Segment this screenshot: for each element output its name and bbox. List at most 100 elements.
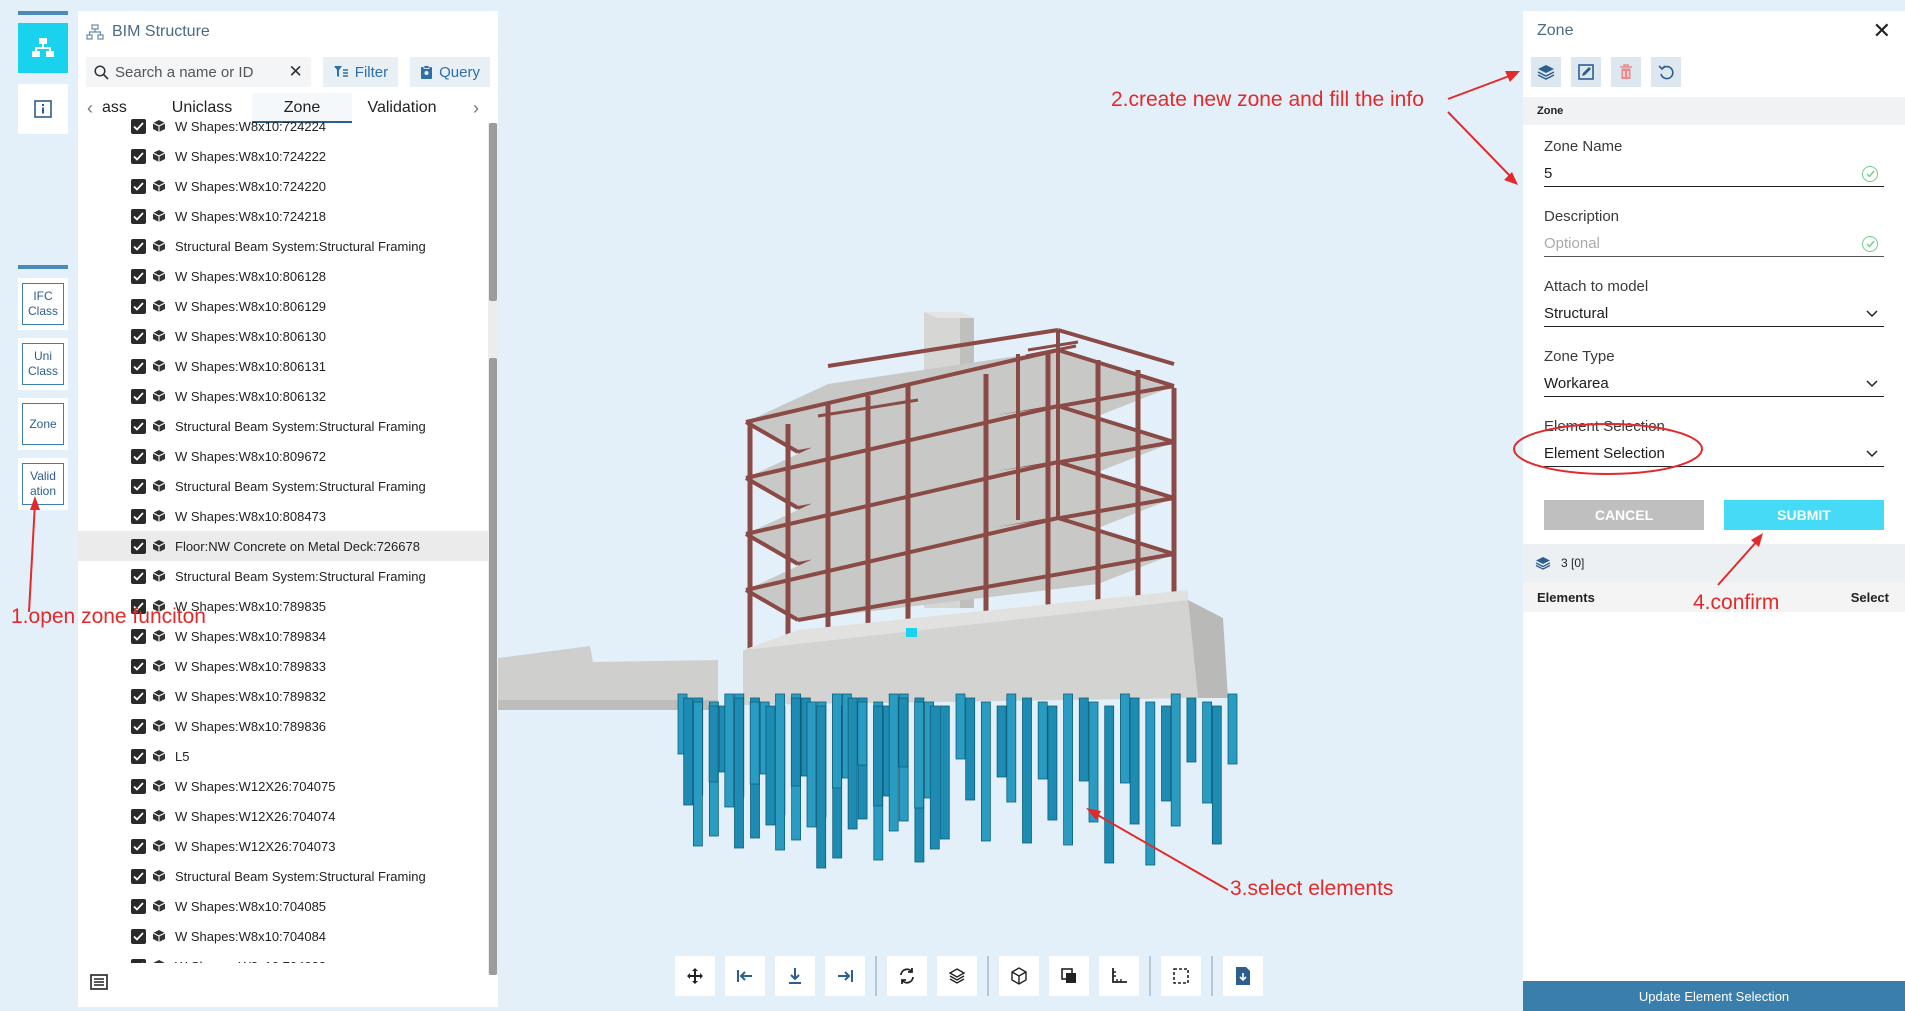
search-input[interactable]: Search a name or ID ✕	[86, 57, 311, 87]
submit-button[interactable]: SUBMIT	[1724, 500, 1884, 530]
query-button[interactable]: Query	[410, 57, 490, 87]
tree-row[interactable]: W Shapes:W8x10:704085	[78, 891, 488, 921]
tree-row[interactable]: W Shapes:W8x10:806130	[78, 321, 488, 351]
tree-scrollbar[interactable]	[488, 123, 498, 975]
scrollbar-thumb-upper[interactable]	[489, 123, 497, 301]
add-zone-button[interactable]	[1531, 57, 1561, 87]
clear-icon[interactable]: ✕	[289, 62, 303, 82]
zone-type-field[interactable]: Zone Type Workarea	[1544, 348, 1884, 397]
col-select[interactable]: Select	[1851, 590, 1889, 605]
tree-row[interactable]: W Shapes:W8x10:789833	[78, 651, 488, 681]
tree-row[interactable]: W Shapes:W8x10:806131	[78, 351, 488, 381]
zone-type-select[interactable]: Workarea	[1544, 371, 1884, 397]
tree-row[interactable]: W Shapes:W8x10:808473	[78, 501, 488, 531]
select-box-button[interactable]	[1161, 956, 1201, 996]
tree-row[interactable]: W Shapes:W8x10:724222	[78, 141, 488, 171]
update-element-selection-button[interactable]: Update Element Selection	[1523, 981, 1905, 1011]
checkbox-checked-icon[interactable]	[131, 418, 146, 434]
attach-model-select[interactable]: Structural	[1544, 301, 1884, 327]
checkbox-checked-icon[interactable]	[131, 568, 146, 584]
tree-row[interactable]: Floor:NW Concrete on Metal Deck:726678	[78, 531, 488, 561]
tree-row[interactable]: L5	[78, 741, 488, 771]
checkbox-checked-icon[interactable]	[131, 718, 146, 734]
export-button[interactable]	[1223, 956, 1263, 996]
tree-row[interactable]: W Shapes:W8x10:809672	[78, 441, 488, 471]
tree-row[interactable]: W Shapes:W12X26:704073	[78, 831, 488, 861]
checkbox-checked-icon[interactable]	[131, 148, 146, 164]
element-selection-field[interactable]: Element Selection Element Selection	[1544, 418, 1884, 467]
rail-info-button[interactable]	[18, 84, 68, 134]
attach-model-field[interactable]: Attach to model Structural	[1544, 278, 1884, 327]
checkbox-checked-icon[interactable]	[131, 958, 146, 963]
checkbox-checked-icon[interactable]	[131, 838, 146, 854]
scrollbar-thumb-lower[interactable]	[489, 358, 497, 975]
first-button[interactable]	[725, 956, 765, 996]
checkbox-checked-icon[interactable]	[131, 508, 146, 524]
layers-button[interactable]	[937, 956, 977, 996]
checkbox-checked-icon[interactable]	[131, 928, 146, 944]
close-icon[interactable]: ✕	[1873, 20, 1891, 42]
checkbox-checked-icon[interactable]	[131, 268, 146, 284]
tree-row[interactable]: W Shapes:W8x10:704084	[78, 921, 488, 951]
measure-button[interactable]	[1099, 956, 1139, 996]
checkbox-checked-icon[interactable]	[131, 478, 146, 494]
tree-row[interactable]: W Shapes:W8x10:806128	[78, 261, 488, 291]
checkbox-checked-icon[interactable]	[131, 868, 146, 884]
checkbox-checked-icon[interactable]	[131, 238, 146, 254]
tree-row[interactable]: W Shapes:W8x10:789836	[78, 711, 488, 741]
tree-row[interactable]: W Shapes:W12X26:704075	[78, 771, 488, 801]
zone-name-field[interactable]: Zone Name 5	[1544, 138, 1884, 187]
rail-tab-validation[interactable]: Valid ation	[18, 458, 68, 510]
element-selection-select[interactable]: Element Selection	[1544, 441, 1884, 467]
tree-row[interactable]: Structural Beam System:Structural Framin…	[78, 471, 488, 501]
tree-row[interactable]: W Shapes:W8x10:704083	[78, 951, 488, 963]
tree-row[interactable]: W Shapes:W8x10:724218	[78, 201, 488, 231]
checkbox-checked-icon[interactable]	[131, 898, 146, 914]
checkbox-checked-icon[interactable]	[131, 748, 146, 764]
checkbox-checked-icon[interactable]	[131, 208, 146, 224]
description-field[interactable]: Description Optional	[1544, 208, 1884, 257]
checkbox-checked-icon[interactable]	[131, 298, 146, 314]
checkbox-checked-icon[interactable]	[131, 628, 146, 644]
isolate-button[interactable]	[1049, 956, 1089, 996]
tree-row[interactable]: Structural Beam System:Structural Framin…	[78, 561, 488, 591]
zone-name-input[interactable]: 5	[1544, 161, 1884, 187]
checkbox-checked-icon[interactable]	[131, 328, 146, 344]
description-input[interactable]: Optional	[1544, 231, 1884, 257]
list-view-button[interactable]	[90, 974, 108, 995]
tree-row[interactable]: W Shapes:W8x10:724220	[78, 171, 488, 201]
pan-button[interactable]	[675, 956, 715, 996]
checkbox-checked-icon[interactable]	[131, 778, 146, 794]
tree-row[interactable]: W Shapes:W8x10:806129	[78, 291, 488, 321]
checkbox-checked-icon[interactable]	[131, 688, 146, 704]
tree-row[interactable]: Structural Beam System:Structural Framin…	[78, 231, 488, 261]
checkbox-checked-icon[interactable]	[131, 388, 146, 404]
tree-row[interactable]: W Shapes:W8x10:724224	[78, 111, 488, 141]
rail-tab-zone[interactable]: Zone	[18, 398, 68, 450]
edit-zone-button[interactable]	[1571, 57, 1601, 87]
building-model[interactable]	[498, 0, 1523, 940]
download-button[interactable]	[775, 956, 815, 996]
refresh-button[interactable]	[887, 956, 927, 996]
section-box-button[interactable]	[999, 956, 1039, 996]
filter-button[interactable]: Filter	[322, 57, 399, 87]
checkbox-checked-icon[interactable]	[131, 808, 146, 824]
tree-row[interactable]: W Shapes:W12X26:704074	[78, 801, 488, 831]
cancel-button[interactable]: CANCEL	[1544, 500, 1704, 530]
tree-row[interactable]: Structural Beam System:Structural Framin…	[78, 411, 488, 441]
tree-row[interactable]: W Shapes:W8x10:806132	[78, 381, 488, 411]
last-button[interactable]	[825, 956, 865, 996]
rail-tab-ifc-class[interactable]: IFC Class	[18, 278, 68, 330]
tree-row[interactable]: Structural Beam System:Structural Framin…	[78, 861, 488, 891]
delete-zone-button[interactable]	[1611, 57, 1641, 87]
checkbox-checked-icon[interactable]	[131, 358, 146, 374]
checkbox-checked-icon[interactable]	[131, 178, 146, 194]
checkbox-checked-icon[interactable]	[131, 448, 146, 464]
zone-list-item[interactable]: 3 [0]	[1523, 544, 1905, 582]
checkbox-checked-icon[interactable]	[131, 658, 146, 674]
rail-tab-uni-class[interactable]: Uni Class	[18, 338, 68, 390]
checkbox-checked-icon[interactable]	[131, 538, 146, 554]
rail-bim-structure-button[interactable]	[18, 23, 68, 73]
tree-row[interactable]: W Shapes:W8x10:789832	[78, 681, 488, 711]
checkbox-checked-icon[interactable]	[131, 118, 146, 134]
